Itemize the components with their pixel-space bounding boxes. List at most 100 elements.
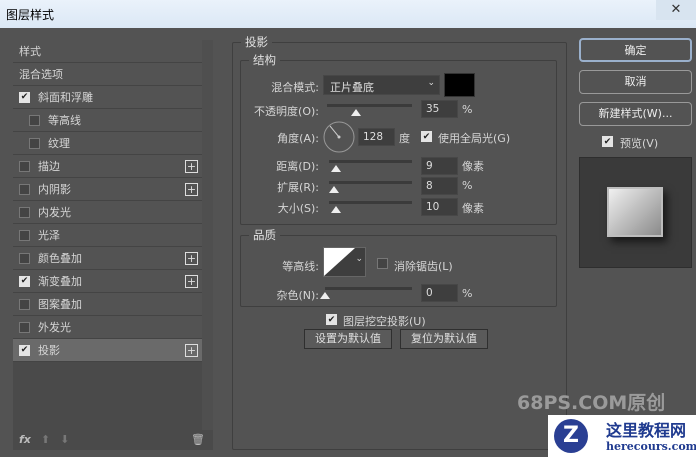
chevron-down-icon: ⌄ — [427, 78, 435, 88]
contour-picker[interactable]: ⌄ — [323, 247, 366, 277]
slider-thumb[interactable] — [351, 109, 361, 116]
noise-slider[interactable] — [320, 287, 412, 299]
add-icon[interactable]: + — [185, 160, 198, 173]
watermark: 68PS.COM原创 — [517, 392, 666, 414]
sidebar-item[interactable]: 内发光 — [13, 201, 202, 224]
sidebar-item[interactable]: 颜色叠加 + — [13, 247, 202, 270]
add-icon[interactable]: + — [185, 252, 198, 265]
slider-thumb[interactable] — [331, 206, 341, 213]
add-icon[interactable]: + — [185, 183, 198, 196]
sidebar-item-label: 斜面和浮雕 — [38, 91, 93, 104]
spread-unit: % — [462, 179, 473, 192]
item-checkbox[interactable] — [19, 183, 30, 195]
item-checkbox[interactable]: ✔ — [19, 91, 30, 103]
sidebar-item[interactable]: 外发光 — [13, 316, 202, 339]
reset-default-button[interactable]: 复位为默认值 — [400, 329, 488, 349]
size-slider[interactable] — [329, 201, 412, 213]
group-title: 投影 — [245, 35, 268, 49]
sidebar-item-label: 描边 — [38, 160, 60, 173]
ok-button[interactable]: 确定 — [579, 38, 692, 62]
sidebar-item[interactable]: ✔ 渐变叠加 + — [13, 270, 202, 293]
item-checkbox[interactable] — [19, 252, 30, 264]
chevron-down-icon: ⌄ — [355, 254, 363, 264]
spread-slider[interactable] — [329, 181, 412, 193]
slider-thumb[interactable] — [331, 165, 341, 172]
item-checkbox[interactable] — [19, 298, 30, 310]
add-icon[interactable]: + — [185, 275, 198, 288]
noise-input[interactable]: 0 — [421, 284, 458, 302]
sidebar-item-label: 等高线 — [48, 114, 81, 127]
fx-button[interactable]: fx — [19, 433, 31, 446]
sidebar-item-label: 投影 — [38, 344, 60, 357]
sidebar-item[interactable]: 光泽 — [13, 224, 202, 247]
item-checkbox[interactable]: ✔ — [19, 344, 30, 356]
preview-checkbox[interactable]: ✔ — [602, 136, 613, 147]
opacity-label: 不透明度(O): — [254, 105, 319, 118]
size-input[interactable]: 10 — [421, 198, 458, 216]
new-style-button[interactable]: 新建样式(W)... — [579, 102, 692, 126]
opacity-input[interactable]: 35 — [421, 100, 458, 118]
sidebar-item-label: 外发光 — [38, 321, 71, 334]
sidebar-item-label: 光泽 — [38, 229, 60, 242]
antialias-label: 消除锯齿(L) — [394, 260, 453, 273]
style-preview — [579, 157, 692, 268]
sidebar-item[interactable]: 等高线 — [13, 109, 202, 132]
spread-label: 扩展(R): — [277, 181, 319, 194]
item-checkbox[interactable] — [29, 137, 40, 149]
opacity-unit: % — [462, 103, 473, 116]
logo-title: 这里教程网 — [606, 421, 687, 440]
contour-label: 等高线: — [282, 260, 319, 273]
slider-thumb[interactable] — [329, 186, 339, 193]
site-logo: Z 这里教程网 herecours.com — [548, 415, 696, 457]
global-light-checkbox[interactable]: ✔ — [421, 131, 432, 142]
distance-slider[interactable] — [329, 160, 412, 172]
sidebar-item[interactable]: 样式 — [13, 40, 202, 63]
shadow-color-swatch[interactable] — [444, 73, 475, 97]
antialias-checkbox[interactable] — [377, 258, 388, 269]
spread-input[interactable]: 8 — [421, 177, 458, 195]
item-checkbox[interactable] — [19, 229, 30, 241]
sidebar-item-label: 纹理 — [48, 137, 70, 150]
distance-input[interactable]: 9 — [421, 157, 458, 175]
item-checkbox[interactable] — [29, 114, 40, 126]
sidebar-item[interactable]: 内阴影 + — [13, 178, 202, 201]
angle-dial[interactable] — [322, 120, 356, 154]
sidebar-item[interactable]: 图案叠加 — [13, 293, 202, 316]
opacity-slider[interactable] — [327, 104, 412, 116]
item-checkbox[interactable]: ✔ — [19, 275, 30, 287]
item-checkbox[interactable] — [19, 321, 30, 333]
cancel-button[interactable]: 取消 — [579, 70, 692, 94]
blend-mode-select[interactable]: 正片叠底 ⌄ — [323, 75, 440, 95]
sidebar-item[interactable]: 描边 + — [13, 155, 202, 178]
sidebar-item-label: 样式 — [19, 45, 41, 58]
item-checkbox[interactable] — [19, 206, 30, 218]
add-icon[interactable]: + — [185, 344, 198, 357]
sidebar-item[interactable]: ✔ 投影 + — [13, 339, 202, 362]
styles-list: 样式 混合选项 ✔ 斜面和浮雕 等高线 纹理 描边 + 内阴影 + 内发光 光泽 颜色叠加 + ✔ 渐变叠加 +… — [13, 40, 202, 362]
slider-thumb[interactable] — [320, 292, 330, 299]
blend-mode-label: 混合模式: — [271, 81, 319, 94]
close-button[interactable]: ✕ — [656, 0, 696, 20]
global-light-label: 使用全局光(G) — [438, 132, 511, 145]
sidebar-item[interactable]: 纹理 — [13, 132, 202, 155]
move-down-icon[interactable]: ⬇ — [60, 433, 69, 446]
sidebar-item-label: 渐变叠加 — [38, 275, 82, 288]
blend-mode-value: 正片叠底 — [330, 81, 374, 94]
size-unit: 像素 — [462, 202, 484, 215]
angle-label: 角度(A): — [277, 132, 319, 145]
knockout-checkbox[interactable]: ✔ — [326, 314, 337, 325]
sidebar-toolbar: fx ⬆ ⬇ 🗑 — [13, 428, 213, 450]
move-up-icon[interactable]: ⬆ — [41, 433, 50, 446]
preview-swatch — [607, 187, 663, 237]
noise-label: 杂色(N): — [276, 289, 319, 302]
angle-input[interactable]: 128 — [358, 128, 395, 146]
sidebar-item[interactable]: 混合选项 — [13, 63, 202, 86]
item-checkbox[interactable] — [19, 160, 30, 172]
sidebar-item[interactable]: ✔ 斜面和浮雕 — [13, 86, 202, 109]
structure-title: 结构 — [253, 53, 276, 67]
set-default-button[interactable]: 设置为默认值 — [304, 329, 392, 349]
quality-title: 品质 — [253, 228, 276, 242]
scrollbar[interactable] — [202, 40, 213, 430]
trash-icon[interactable]: 🗑 — [191, 433, 205, 446]
preview-label: 预览(V) — [620, 137, 659, 150]
